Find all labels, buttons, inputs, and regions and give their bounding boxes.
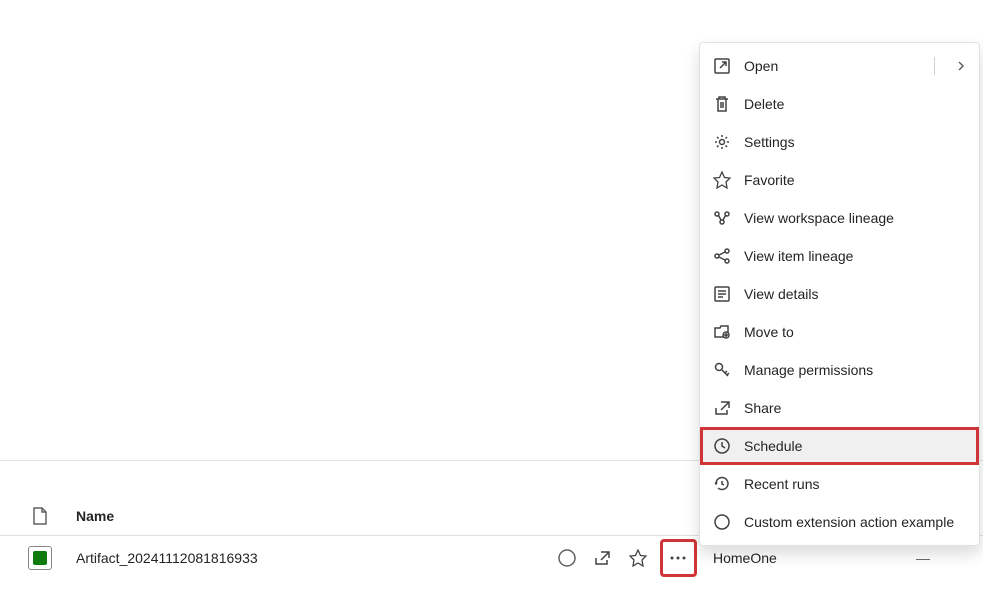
details-icon <box>712 284 732 304</box>
artifact-type: HomeOne <box>713 550 883 566</box>
history-icon <box>712 474 732 494</box>
menu-schedule[interactable]: Schedule <box>700 427 979 465</box>
open-icon <box>712 56 732 76</box>
menu-open-label: Open <box>744 58 955 74</box>
select-radio[interactable] <box>553 542 581 574</box>
menu-view-details[interactable]: View details <box>700 275 979 313</box>
more-options-button[interactable] <box>660 539 697 577</box>
share-icon[interactable] <box>589 542 617 574</box>
menu-favorite[interactable]: Favorite <box>700 161 979 199</box>
artifact-icon <box>20 546 60 570</box>
menu-delete[interactable]: Delete <box>700 85 979 123</box>
artifact-name[interactable]: Artifact_20241112081816933 <box>60 550 553 566</box>
menu-custom-action[interactable]: Custom extension action example <box>700 503 979 541</box>
content-area: Name Typ Artifact_20241112081816933 <box>0 0 983 596</box>
menu-schedule-label: Schedule <box>744 438 967 454</box>
menu-delete-label: Delete <box>744 96 967 112</box>
menu-move-to-label: Move to <box>744 324 967 340</box>
move-icon <box>712 322 732 342</box>
menu-item-lineage-label: View item lineage <box>744 248 967 264</box>
menu-view-details-label: View details <box>744 286 967 302</box>
menu-share-label: Share <box>744 400 967 416</box>
menu-favorite-label: Favorite <box>744 172 967 188</box>
item-lineage-icon <box>712 246 732 266</box>
file-type-column-header <box>20 507 60 525</box>
name-column-header[interactable]: Name <box>60 508 553 524</box>
menu-item-lineage[interactable]: View item lineage <box>700 237 979 275</box>
menu-settings[interactable]: Settings <box>700 123 979 161</box>
key-icon <box>712 360 732 380</box>
menu-open[interactable]: Open <box>700 47 979 85</box>
menu-permissions[interactable]: Manage permissions <box>700 351 979 389</box>
menu-custom-action-label: Custom extension action example <box>744 514 967 530</box>
menu-share[interactable]: Share <box>700 389 979 427</box>
file-icon <box>32 507 48 525</box>
row-actions <box>553 539 713 577</box>
menu-settings-label: Settings <box>744 134 967 150</box>
menu-recent-runs-label: Recent runs <box>744 476 967 492</box>
circle-icon <box>712 512 732 532</box>
menu-move-to[interactable]: Move to <box>700 313 979 351</box>
delete-icon <box>712 94 732 114</box>
clock-icon <box>712 436 732 456</box>
row-end-value: — <box>883 550 963 566</box>
menu-workspace-lineage[interactable]: View workspace lineage <box>700 199 979 237</box>
gear-icon <box>712 132 732 152</box>
menu-recent-runs[interactable]: Recent runs <box>700 465 979 503</box>
context-menu: Open Delete Settings <box>699 42 980 546</box>
favorite-star-icon[interactable] <box>624 542 652 574</box>
menu-workspace-lineage-label: View workspace lineage <box>744 210 967 226</box>
menu-permissions-label: Manage permissions <box>744 362 967 378</box>
chevron-right-icon <box>955 60 967 72</box>
share-icon <box>712 398 732 418</box>
lineage-icon <box>712 208 732 228</box>
star-icon <box>712 170 732 190</box>
